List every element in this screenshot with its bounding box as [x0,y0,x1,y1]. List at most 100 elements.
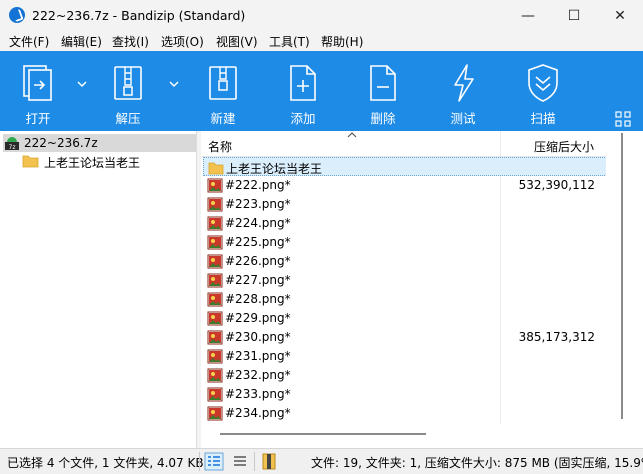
menu-file[interactable]: 文件(F) [9,33,49,50]
file-row[interactable]: #225.png* [203,233,623,252]
tree-root-label: 222~236.7z [24,136,98,150]
file-name: #232.png* [225,368,291,382]
file-name: #226.png* [225,254,291,268]
new-button[interactable]: 新建 [193,51,253,131]
delete-file-icon [370,65,396,101]
test-label: 测试 [450,111,476,126]
add-label: 添加 [290,111,316,126]
scan-label: 扫描 [530,111,556,126]
file-row[interactable]: #229.png* [203,309,623,328]
file-row[interactable]: #226.png* [203,252,623,271]
close-button[interactable]: ✕ [597,0,643,31]
file-row[interactable]: #222.png* 532,390,112 [203,176,623,195]
new-archive-icon [209,66,237,100]
menu-find[interactable]: 查找(I) [112,33,149,50]
file-compressed-size: 385,173,312 [518,330,595,344]
png-image-icon [207,311,223,326]
open-button[interactable]: 打开 [8,51,68,131]
archive-summary: 文件: 19, 文件夹: 1, 压缩文件大小: 875 MB (固实压缩, 15… [311,456,643,470]
bandizip-app-icon [9,7,25,23]
file-row[interactable]: #224.png* [203,214,623,233]
png-image-icon [207,235,223,250]
file-row[interactable]: #232.png* [203,366,623,385]
window-title: 222~236.7z - Bandizip (Standard) [32,8,246,23]
column-size-header[interactable]: 压缩后大小 [534,138,594,155]
add-button[interactable]: 添加 [273,51,333,131]
file-compressed-size: 532,390,112 [518,178,595,192]
column-name-header[interactable]: 名称 [208,138,232,155]
file-row[interactable]: #227.png* [203,271,623,290]
menu-help[interactable]: 帮助(H) [321,33,363,50]
shield-icon [528,64,558,102]
file-name: #227.png* [225,273,291,287]
file-name: #228.png* [225,292,291,306]
list-view-icon[interactable] [230,452,250,471]
file-row[interactable]: #223.png* [203,195,623,214]
file-name: #234.png* [225,406,291,420]
file-row[interactable]: #230.png* 385,173,312 [203,328,623,347]
lightning-icon [454,64,474,102]
status-divider [254,452,255,471]
menu-view[interactable]: 视图(V) [216,33,258,50]
file-row[interactable]: #234.png* [203,404,623,423]
open-label: 打开 [25,111,51,126]
title-bar: 222~236.7z - Bandizip (Standard) — ☐ ✕ [0,0,643,31]
file-name: #231.png* [225,349,291,363]
file-name: #233.png* [225,387,291,401]
png-image-icon [207,216,223,231]
menu-options[interactable]: 选项(O) [161,33,204,50]
menu-bar: 文件(F) 编辑(E) 查找(I) 选项(O) 视图(V) 工具(T) 帮助(H… [0,31,643,51]
archive-badge-text: 7z [9,144,16,151]
png-image-icon [207,273,223,288]
file-list: 名称 压缩后大小 上老王论坛当老王 #222.png* 532,390,112 #22… [201,131,643,448]
7z-archive-icon: 7z [5,137,19,151]
png-image-icon [207,368,223,383]
menu-tools[interactable]: 工具(T) [269,33,310,50]
maximize-button[interactable]: ☐ [551,0,597,31]
delete-button[interactable]: 删除 [353,51,413,131]
folder-icon [208,162,224,175]
open-dropdown-icon[interactable] [77,79,87,89]
layout-grid-icon[interactable] [615,111,631,127]
sort-ascending-icon [347,132,357,138]
status-bar: 已选择 4 个文件, 1 文件夹, 4.07 KB 文件: 19, 文件夹: 1… [0,448,643,474]
png-image-icon [207,349,223,364]
png-image-icon [207,330,223,345]
scan-button[interactable]: 扫描 [513,51,573,131]
column-header: 名称 压缩后大小 [201,131,606,157]
extract-dropdown-icon[interactable] [169,79,179,89]
folder-row[interactable]: 上老王论坛当老王 [203,157,623,176]
png-image-icon [207,292,223,307]
open-icon [23,65,52,101]
png-image-icon [207,254,223,269]
test-button[interactable]: 测试 [433,51,493,131]
file-row[interactable]: #231.png* [203,347,623,366]
file-name: #230.png* [225,330,291,344]
menu-edit[interactable]: 编辑(E) [61,33,102,50]
minimize-button[interactable]: — [505,0,551,31]
selection-status: 已选择 4 个文件, 1 文件夹, 4.07 KB [7,456,204,470]
archive-info-icon[interactable] [259,452,279,471]
tree-root-archive[interactable]: 7z 222~236.7z [3,134,196,152]
new-label: 新建 [210,111,236,126]
details-view-icon[interactable] [204,452,224,471]
extract-button[interactable]: 解压 [98,51,158,131]
file-name: #225.png* [225,235,291,249]
file-row[interactable]: #233.png* [203,385,623,404]
file-name: 上老王论坛当老王 [226,162,323,176]
add-file-icon [290,65,316,101]
png-image-icon [207,387,223,402]
horizontal-scrollbar[interactable] [201,429,621,439]
toolbar: 打开 解压 新建 添加 删除 测试 扫描 [0,51,643,131]
folder-tree: 7z 222~236.7z 上老王论坛当老王 [0,131,197,448]
tree-child-label: 上老王论坛当老王 [44,156,141,170]
vertical-scroll-thumb[interactable] [621,133,623,419]
png-image-icon [207,406,223,421]
horizontal-scroll-thumb[interactable] [220,433,426,435]
extract-icon [114,66,142,100]
file-name: #224.png* [225,216,291,230]
file-name: #222.png* [225,178,291,192]
delete-label: 删除 [370,111,396,126]
file-row[interactable]: #228.png* [203,290,623,309]
folder-icon [22,155,39,168]
